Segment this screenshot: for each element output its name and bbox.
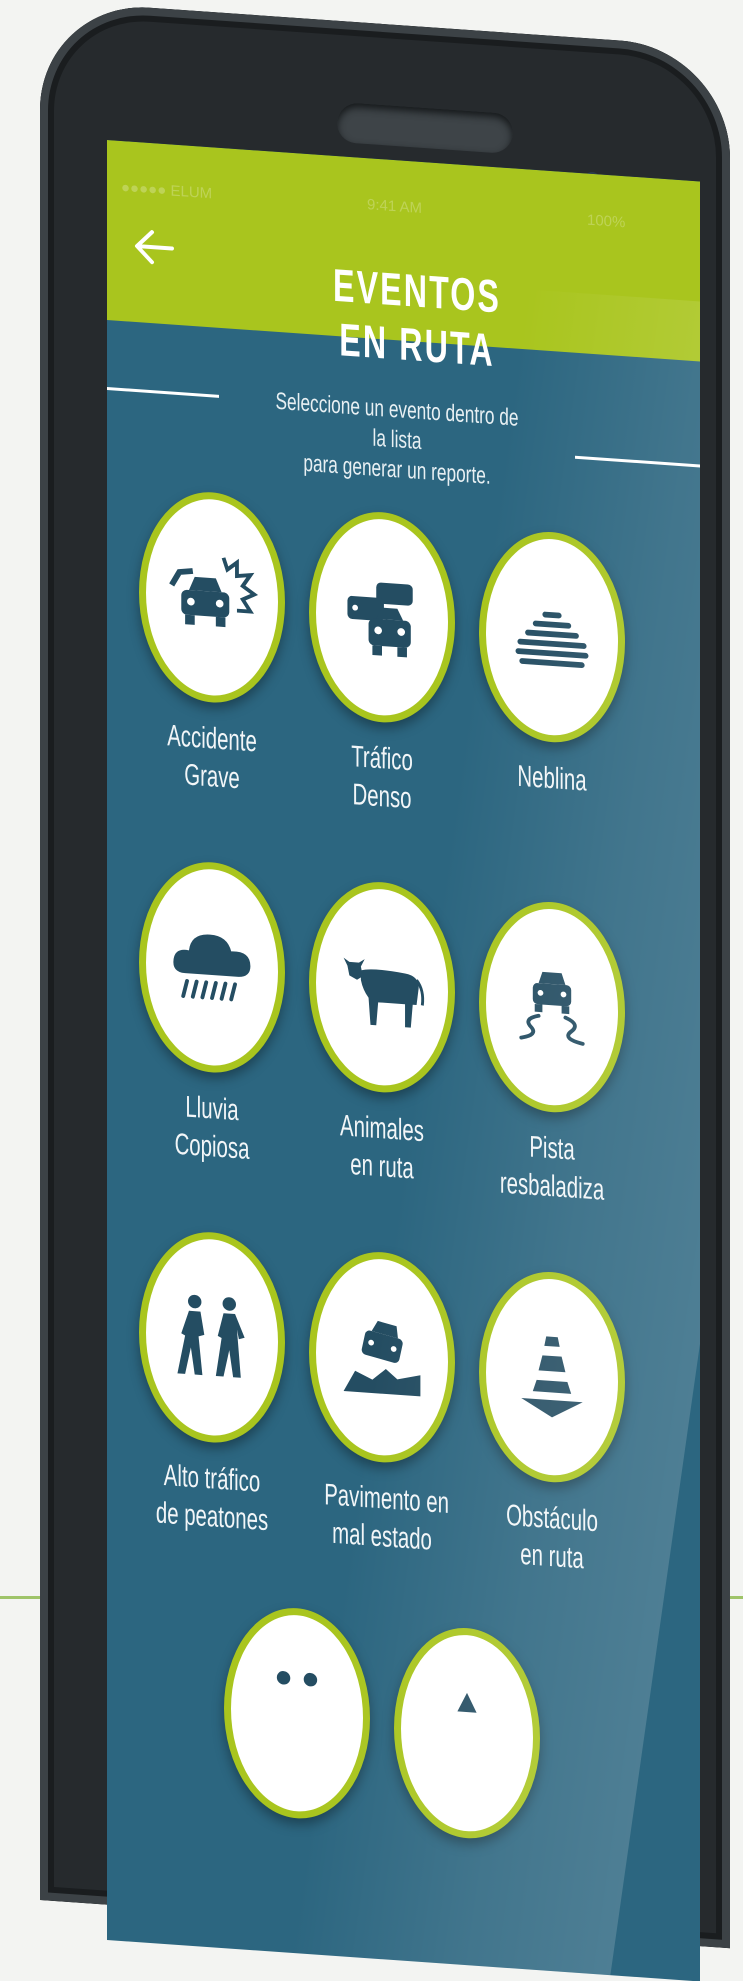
event-lluvia-copiosa[interactable]: Lluvia Copiosa	[127, 856, 297, 1172]
traffic-jam-icon	[347, 582, 413, 658]
divider-left	[107, 386, 219, 398]
status-battery: 100%	[587, 211, 626, 232]
event-icon-circle	[394, 1623, 540, 1844]
car-crash-icon	[169, 557, 259, 628]
event-icon-circle	[479, 897, 625, 1118]
cow-icon	[343, 957, 425, 1028]
damaged-pavement-icon	[343, 1320, 421, 1397]
event-label: Animales en ruta	[340, 1109, 424, 1186]
instructions-text: Seleccione un evento dentro de la lista …	[267, 386, 526, 494]
event-icon-circle	[309, 877, 455, 1098]
event-icon-circle	[224, 1603, 370, 1824]
event-icon-circle	[309, 1247, 455, 1468]
event-icon-circle	[479, 527, 625, 748]
divider-right	[575, 455, 700, 469]
arrow-left-icon	[135, 230, 174, 265]
event-label: Lluvia Copiosa	[174, 1090, 250, 1166]
event-label: Neblina	[517, 759, 587, 798]
app-screen: ●●●●● ELUM 9:41 AM 100% EVENTOS EN RUTA …	[107, 140, 700, 1981]
back-button[interactable]	[129, 224, 179, 277]
pedestrians-icon	[177, 1294, 245, 1378]
status-carrier: ●●●●● ELUM	[121, 178, 213, 203]
event-alto-trafico-peatones[interactable]: Alto tráfico de peatones	[127, 1226, 297, 1542]
event-icon-circle	[309, 507, 455, 728]
event-obstaculo-en-ruta[interactable]: Obstáculo en ruta	[467, 1266, 637, 1582]
event-label: Tráfico Denso	[351, 740, 413, 816]
event-icon-circle	[139, 1227, 285, 1448]
event-pavimento-mal-estado[interactable]: Pavimento en mal estado	[297, 1246, 467, 1562]
warning-icon	[457, 1692, 477, 1713]
event-animales-en-ruta[interactable]: Animales en ruta	[297, 876, 467, 1192]
fog-icon	[515, 611, 589, 669]
event-label: Pavimento en mal estado	[324, 1478, 449, 1557]
instructions: Seleccione un evento dentro de la lista …	[107, 375, 700, 506]
event-partial-2[interactable]	[382, 1622, 552, 1844]
event-label: Pista resbaladiza	[499, 1130, 605, 1207]
event-trafico-denso[interactable]: Tráfico Denso	[297, 506, 467, 822]
event-label: Accidente Grave	[167, 719, 257, 796]
event-label: Alto tráfico de peatones	[155, 1458, 269, 1538]
event-label: Obstáculo en ruta	[506, 1498, 598, 1576]
event-pista-resbaladiza[interactable]: Pista resbaladiza	[467, 896, 637, 1212]
slippery-road-icon	[519, 971, 585, 1046]
page-title: EVENTOS EN RUTA	[333, 258, 501, 377]
event-icon-circle	[139, 857, 285, 1078]
event-neblina[interactable]: Neblina	[467, 526, 637, 804]
event-icon-circle	[479, 1267, 625, 1488]
event-partial-1[interactable]	[212, 1602, 382, 1824]
event-accidente-grave[interactable]: Accidente Grave	[127, 486, 297, 802]
pedestrian-icon	[276, 1671, 318, 1687]
event-icon-circle	[139, 487, 285, 708]
status-time: 9:41 AM	[367, 196, 423, 218]
heavy-rain-icon	[173, 934, 251, 1002]
traffic-cone-icon	[521, 1336, 583, 1418]
